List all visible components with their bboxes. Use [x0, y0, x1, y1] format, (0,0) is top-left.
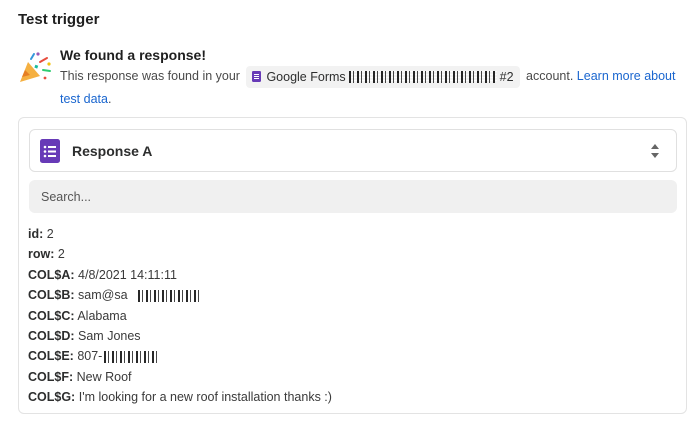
- found-desc-suffix: account.: [526, 69, 574, 83]
- field-row: COL$D: Sam Jones: [28, 329, 141, 344]
- google-forms-icon: [40, 138, 60, 163]
- field-list: id: 2 row: 2 COL$A: 4/8/2021 14:11:11 CO…: [28, 224, 678, 408]
- redacted-phone: [104, 351, 160, 364]
- party-popper-icon: [20, 52, 51, 82]
- field-row: COL$B: sam@sa: [28, 285, 678, 305]
- response-card: Response A id: 2 row: 2 COL$A: 4/8/2021 …: [18, 117, 687, 414]
- field-row: COL$E: 807-: [28, 346, 678, 366]
- app-account-pill: Google Forms #2: [246, 65, 520, 88]
- found-description: This response was found in your Google F…: [60, 65, 688, 110]
- field-row: COL$C: Alabama: [28, 308, 127, 323]
- app-name: Google Forms: [266, 69, 346, 84]
- page-title: Test trigger: [18, 11, 100, 28]
- search-input[interactable]: [29, 180, 677, 213]
- record-select[interactable]: Response A: [29, 129, 677, 172]
- found-heading: We found a response!: [60, 47, 206, 63]
- field-row: COL$A: 4/8/2021 14:11:11: [28, 267, 177, 282]
- google-forms-icon: [252, 71, 262, 83]
- field-row: COL$G: I'm looking for a new roof instal…: [28, 390, 332, 405]
- redacted-account-name: [348, 70, 497, 83]
- found-desc-prefix: This response was found in your: [60, 69, 240, 83]
- field-row: id: 2: [28, 227, 54, 241]
- learn-more-link[interactable]: Learn more about: [577, 69, 676, 83]
- account-suffix: #2: [499, 69, 514, 84]
- test-data-link[interactable]: test data: [60, 92, 108, 106]
- field-row: row: 2: [28, 247, 65, 262]
- field-row: COL$F: New Roof: [28, 369, 132, 384]
- record-select-label: Response A: [72, 142, 153, 159]
- chevron-up-down-icon[interactable]: [650, 143, 660, 159]
- redacted-email: [137, 289, 200, 302]
